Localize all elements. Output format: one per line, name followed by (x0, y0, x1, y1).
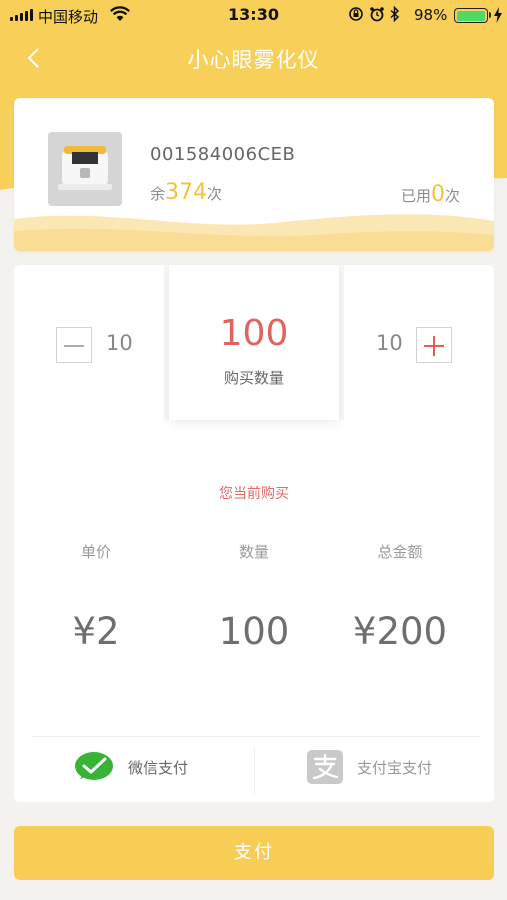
device-serial: 001584006CEB (150, 144, 296, 165)
battery-percent: 98% (414, 6, 448, 24)
increment-button[interactable] (416, 327, 452, 363)
unit-price-label: 单价 (80, 543, 111, 561)
increment-area: 10 (344, 265, 494, 420)
purchase-card: 10 100 购买数量 10 您当前购买 单价 ¥2 数量 100 总金额 ¥2… (14, 265, 494, 802)
card-wave-decoration (14, 214, 494, 251)
wechat-pay-label: 微信支付 (128, 758, 189, 777)
quantity-summary-label: 数量 (238, 543, 269, 561)
page-title: 小心眼雾化仪 (187, 48, 320, 72)
pay-button[interactable]: 支付 (14, 826, 494, 880)
minus-icon (64, 345, 84, 347)
unit-price-column: 单价 ¥2 (16, 541, 176, 653)
wechat-pay-option[interactable]: 微信支付 (14, 737, 254, 797)
decrement-area: 10 (14, 265, 164, 420)
current-purchase-heading: 您当前购买 (219, 486, 289, 502)
total-column: 总金额 ¥200 (320, 541, 480, 653)
increment-step: 10 (376, 331, 403, 355)
device-image (48, 132, 122, 206)
battery-icon (454, 8, 488, 23)
quantity-column: 数量 100 (174, 541, 334, 653)
alarm-icon (370, 7, 384, 22)
payment-methods: 微信支付 支付宝支付 (14, 737, 494, 797)
quantity-value: 100 (219, 313, 289, 354)
alipay-icon (307, 750, 343, 784)
alipay-label: 支付宝支付 (357, 758, 433, 777)
bluetooth-icon (390, 6, 400, 22)
quantity-summary-value: 100 (218, 610, 290, 653)
nav-bar: 小心眼雾化仪 (0, 30, 507, 86)
charging-icon (494, 7, 502, 23)
device-card: 001584006CEB 余374次 已用0次 (14, 98, 494, 251)
quantity-display: 100 购买数量 (169, 265, 339, 420)
decrement-button[interactable] (56, 327, 92, 363)
decrement-step: 10 (106, 331, 133, 355)
wechat-pay-icon (75, 752, 113, 780)
unit-price-value: ¥2 (72, 610, 120, 653)
quantity-selector: 10 100 购买数量 10 (14, 265, 494, 420)
quantity-label: 购买数量 (223, 369, 284, 387)
status-bar: 中国移动 13:30 98% (0, 0, 507, 30)
orientation-lock-icon (349, 7, 363, 21)
alipay-option[interactable]: 支付宝支付 (255, 737, 494, 797)
total-amount-label: 总金额 (377, 543, 423, 561)
total-amount-value: ¥200 (352, 610, 448, 653)
